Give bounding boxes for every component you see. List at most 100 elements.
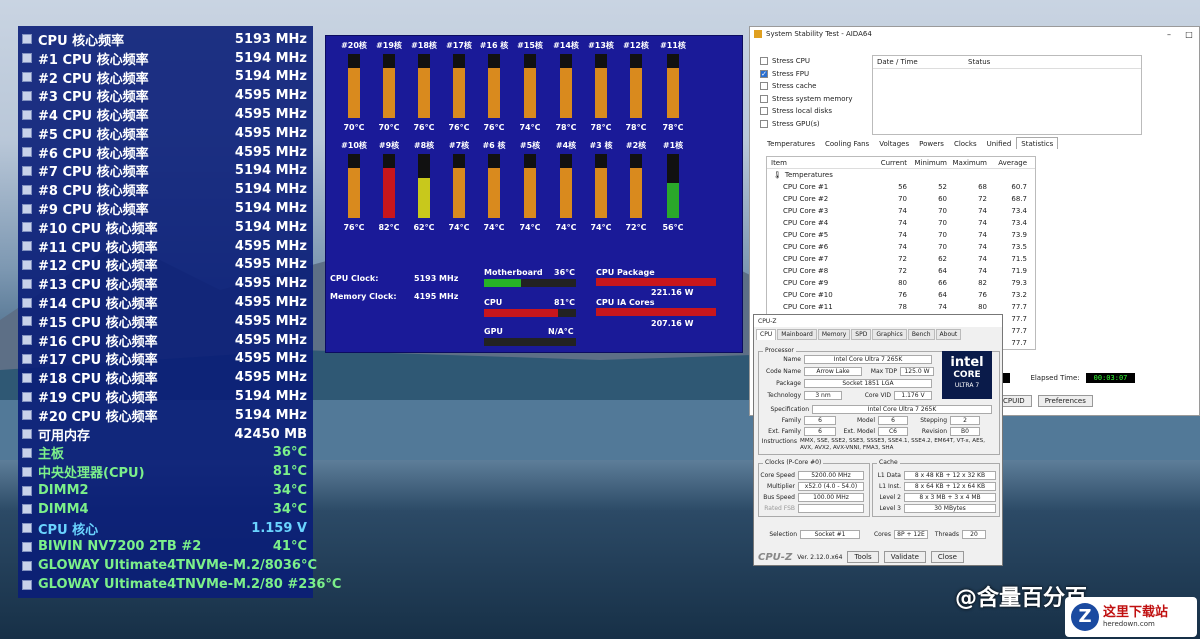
checkbox-box[interactable]: ✓	[760, 69, 768, 78]
core-vid-label: Core VID	[864, 392, 891, 399]
threads-field: 20	[962, 530, 986, 539]
tab-unified[interactable]: Unified	[982, 137, 1017, 149]
statistics-header-cell[interactable]: Maximum	[947, 159, 988, 167]
stress-checkbox[interactable]: Stress local disks	[760, 105, 832, 117]
sensor-icon	[22, 109, 32, 120]
motherboard-bar	[484, 279, 576, 287]
checkbox-box[interactable]	[760, 82, 768, 90]
statistics-header-cell[interactable]: Minimum	[907, 159, 947, 167]
statistics-cell: 80	[978, 303, 987, 311]
technology-label: Technology	[767, 392, 801, 399]
core-name: #5核	[519, 141, 541, 150]
cpu-package-value: 221.16 W	[651, 288, 694, 297]
statistics-row[interactable]: CPU Core #11 78 74 80 77.7	[767, 301, 1035, 313]
stress-checkbox[interactable]: Stress cache	[760, 80, 816, 92]
statistics-row[interactable]: CPU Core #8 72 64 74 71.9	[767, 265, 1035, 277]
log-col-datetime: Date / Time	[877, 58, 918, 66]
statistics-cell: CPU Core #6	[783, 243, 829, 251]
cpuz-tab-spd[interactable]: SPD	[851, 329, 872, 340]
statistics-cell: 80	[898, 279, 907, 287]
site-logo: Z 这里下载站 heredown.com	[1065, 597, 1197, 637]
cpuz-tab-graphics[interactable]: Graphics	[872, 329, 907, 340]
statistics-group[interactable]: 🌡 Temperatures	[767, 169, 1035, 181]
core-temp-gauge: #6 核 74°C	[478, 140, 510, 234]
checkbox-box[interactable]	[760, 119, 768, 128]
preferences-button[interactable]: Preferences	[1037, 395, 1093, 407]
gpu-temp-label: GPU	[484, 327, 503, 336]
selection-select[interactable]: Socket #1	[800, 530, 860, 539]
statistics-cell: 71.5	[1011, 255, 1027, 263]
statistics-cell: CPU Core #11	[783, 303, 833, 311]
validate-button[interactable]: Validate	[883, 551, 926, 563]
revision-field: B0	[950, 427, 980, 436]
stress-checkbox-label: Stress cache	[772, 82, 817, 90]
statistics-cell: 74	[978, 219, 987, 227]
core-vid-field: 1.176 V	[894, 391, 932, 400]
core-temp-gauge: #10核 76°C	[338, 140, 370, 234]
statistics-row[interactable]: CPU Core #3 74 70 74 73.4	[767, 205, 1035, 217]
core-temp-bar	[560, 154, 572, 218]
elapsed-time-value: 00:03:07	[1085, 373, 1136, 383]
statistics-row[interactable]: CPU Core #2 70 60 72 68.7	[767, 193, 1035, 205]
aida64-app-icon	[754, 30, 762, 38]
checkbox-box[interactable]	[760, 57, 768, 65]
core-name: #14核	[553, 41, 579, 50]
stress-checkbox[interactable]: ✓ Stress FPU	[760, 68, 809, 80]
cpuz-tab-mainboard[interactable]: Mainboard	[777, 329, 817, 340]
tab-temperatures[interactable]: Temperatures	[762, 137, 820, 149]
statistics-row[interactable]: CPU Core #1 56 52 68 60.7	[767, 181, 1035, 193]
checkbox-box[interactable]	[760, 94, 768, 103]
tab-statistics[interactable]: Statistics	[1016, 137, 1059, 149]
tab-voltages[interactable]: Voltages	[874, 137, 914, 149]
aida64-titlebar[interactable]: System Stability Test - AIDA64 – □	[750, 27, 1199, 41]
stress-checkbox[interactable]: Stress CPU	[760, 55, 810, 67]
statistics-row[interactable]: CPU Core #5 74 70 74 73.9	[767, 229, 1035, 241]
cpuz-tab-cpu[interactable]: CPU	[756, 329, 777, 340]
sensor-icon	[22, 53, 32, 64]
cpuz-window[interactable]: CPU-Z CPU Mainboard Memory SPD Graphics Bench…	[753, 314, 1003, 566]
tab-cooling-fans[interactable]: Cooling Fans	[820, 137, 874, 149]
core-temp-value: 74°C	[555, 223, 577, 232]
stress-checkbox[interactable]: Stress system memory	[760, 93, 853, 105]
stress-checkbox[interactable]: Stress GPU(s)	[760, 118, 820, 130]
cpu-ia-cores-bar	[596, 308, 716, 316]
multiplier-label: Multiplier	[767, 483, 795, 490]
statistics-row[interactable]: CPU Core #9 80 66 82 79.3	[767, 277, 1035, 289]
statistics-cell: 74	[978, 267, 987, 275]
minimize-icon[interactable]: –	[1159, 30, 1179, 39]
tools-button[interactable]: Tools	[847, 551, 879, 563]
core-temp-fill	[453, 168, 465, 218]
statistics-header-cell[interactable]: Average	[987, 159, 1027, 167]
osd-row-value: 5194 MHz	[234, 182, 307, 198]
checkbox-box[interactable]	[760, 107, 768, 115]
level3-label: Level 3	[879, 505, 901, 512]
statistics-row[interactable]: CPU Core #7 72 62 74 71.5	[767, 253, 1035, 265]
statistics-cell: 70	[938, 207, 947, 215]
osd-row-label: #6 CPU 核心频率	[38, 146, 149, 162]
maximize-icon[interactable]: □	[1179, 30, 1199, 39]
osd-row-value: 4595 MHz	[234, 313, 307, 329]
core-temp-bar	[560, 54, 572, 118]
core-temp-value: 62°C	[413, 223, 435, 232]
core-temp-value: 72°C	[625, 223, 647, 232]
cpuz-tab-bench[interactable]: Bench	[907, 329, 935, 340]
core-name: #16 核	[479, 41, 509, 50]
statistics-row[interactable]: CPU Core #10 76 64 76 73.2	[767, 289, 1035, 301]
close-button[interactable]: Close	[930, 551, 964, 563]
statistics-row[interactable]: CPU Core #6 74 70 74 73.5	[767, 241, 1035, 253]
core-temp-value: 74°C	[448, 223, 470, 232]
cpuz-titlebar[interactable]: CPU-Z	[754, 315, 1002, 327]
core-temp-bar	[488, 54, 500, 118]
tab-clocks[interactable]: Clocks	[949, 137, 982, 149]
core-temp-value: 78°C	[662, 123, 684, 132]
statistics-header-cell[interactable]: Item	[767, 159, 867, 167]
core-temp-value: 70°C	[343, 123, 365, 132]
cpuz-tab-about[interactable]: About	[935, 329, 962, 340]
statistics-header-cell[interactable]: Current	[867, 159, 907, 167]
statistics-cell: 73.5	[1011, 243, 1027, 251]
statistics-cell: 72	[898, 267, 907, 275]
cpuz-tab-memory[interactable]: Memory	[817, 329, 851, 340]
tab-powers[interactable]: Powers	[914, 137, 949, 149]
statistics-row[interactable]: CPU Core #4 74 70 74 73.4	[767, 217, 1035, 229]
core-name: #9核	[378, 141, 400, 150]
